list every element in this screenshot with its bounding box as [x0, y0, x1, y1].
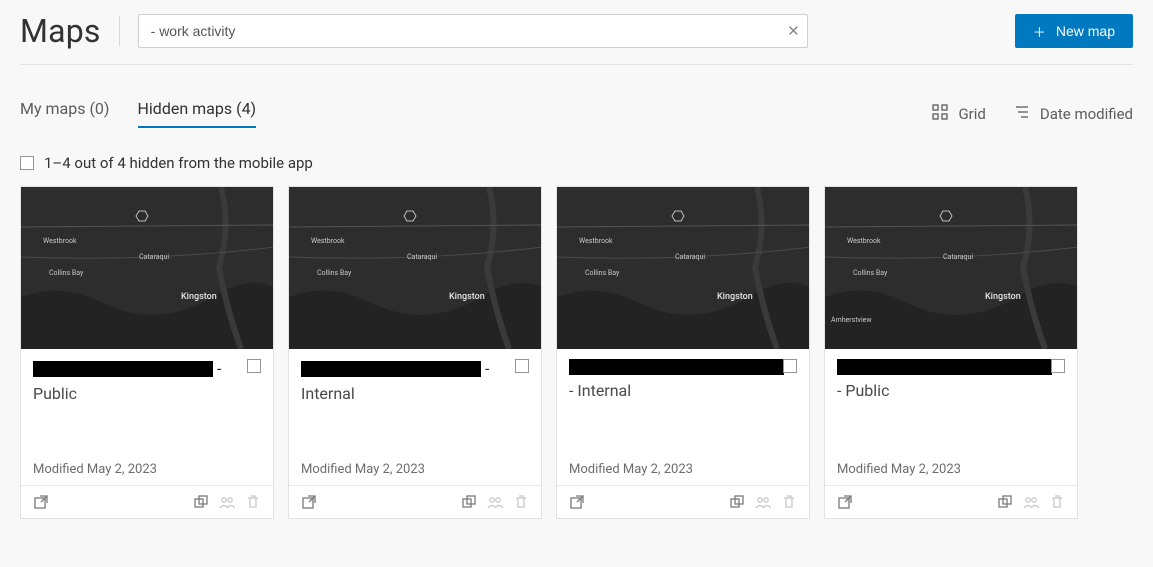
subheader: My maps (0) Hidden maps (4) Grid — [20, 99, 1133, 128]
card-body: - Internal Modified May 2, 2023 — [289, 349, 541, 485]
search-container: ✕ — [138, 14, 808, 48]
view-grid-label: Grid — [958, 105, 985, 123]
map-thumbnail: Westbrook Cataraqui Collins Bay Kingston — [289, 187, 541, 349]
svg-text:Kingston: Kingston — [985, 292, 1021, 302]
map-card[interactable]: Westbrook Cataraqui Collins Bay Kingston… — [288, 186, 542, 519]
card-title-row: - — [301, 359, 529, 378]
card-subtitle: - Public — [837, 381, 1065, 400]
card-checkbox[interactable] — [783, 359, 797, 373]
map-thumbnail: Westbrook Cataraqui Collins Bay Kingston… — [825, 187, 1077, 349]
share-icon — [755, 494, 771, 510]
tabs: My maps (0) Hidden maps (4) — [20, 99, 256, 128]
card-title-redacted — [837, 359, 1052, 375]
select-all-checkbox[interactable] — [20, 156, 34, 170]
card-body: - Internal Modified May 2, 2023 — [557, 349, 809, 485]
svg-text:Collins Bay: Collins Bay — [317, 269, 352, 277]
duplicate-icon[interactable] — [193, 494, 209, 510]
open-external-icon[interactable] — [569, 494, 585, 510]
selection-row: 1–4 out of 4 hidden from the mobile app — [20, 154, 1133, 172]
clear-search-icon[interactable]: ✕ — [787, 22, 800, 40]
map-card[interactable]: Westbrook Cataraqui Collins Bay Kingston… — [824, 186, 1078, 519]
card-modified: Modified May 2, 2023 — [569, 444, 797, 477]
page-title: Maps — [20, 12, 101, 50]
delete-icon — [245, 494, 261, 510]
card-title-dash: - — [485, 359, 489, 378]
map-card[interactable]: Westbrook Cataraqui Collins Bay Kingston… — [20, 186, 274, 519]
map-thumbnail: Westbrook Cataraqui Collins Bay Kingston — [557, 187, 809, 349]
open-external-icon[interactable] — [301, 494, 317, 510]
card-modified: Modified May 2, 2023 — [837, 444, 1065, 477]
duplicate-icon[interactable] — [997, 494, 1013, 510]
svg-text:Cataraqui: Cataraqui — [139, 253, 169, 261]
card-title-row — [569, 359, 797, 375]
divider — [119, 16, 120, 46]
card-subtitle: Internal — [301, 384, 529, 403]
card-title-row — [837, 359, 1065, 375]
card-title-dash: - — [217, 359, 221, 378]
card-footer — [557, 485, 809, 518]
share-icon — [219, 494, 235, 510]
open-external-icon[interactable] — [33, 494, 49, 510]
svg-text:Kingston: Kingston — [449, 292, 485, 302]
new-map-button[interactable]: ＋ New map — [1015, 14, 1133, 48]
sort-label: Date modified — [1040, 105, 1133, 123]
open-external-icon[interactable] — [837, 494, 853, 510]
sort-button[interactable]: Date modified — [1014, 104, 1133, 124]
card-title-redacted — [301, 361, 481, 377]
svg-text:Cataraqui: Cataraqui — [943, 253, 973, 261]
card-footer — [21, 485, 273, 518]
svg-text:Kingston: Kingston — [181, 292, 217, 302]
card-body: - Public Modified May 2, 2023 — [825, 349, 1077, 485]
svg-text:Westbrook: Westbrook — [579, 237, 613, 245]
card-body: - Public Modified May 2, 2023 — [21, 349, 273, 485]
svg-text:Westbrook: Westbrook — [847, 237, 881, 245]
share-icon — [1023, 494, 1039, 510]
card-modified: Modified May 2, 2023 — [33, 444, 261, 477]
header-left: Maps ✕ — [20, 12, 808, 50]
card-checkbox[interactable] — [247, 359, 261, 373]
search-input[interactable] — [138, 14, 808, 48]
svg-text:Cataraqui: Cataraqui — [675, 253, 705, 261]
card-footer — [289, 485, 541, 518]
card-subtitle: Public — [33, 384, 261, 403]
card-modified: Modified May 2, 2023 — [301, 444, 529, 477]
view-grid-button[interactable]: Grid — [932, 104, 985, 124]
card-checkbox[interactable] — [1051, 359, 1065, 373]
delete-icon — [781, 494, 797, 510]
tab-my-maps[interactable]: My maps (0) — [20, 99, 110, 128]
card-subtitle: - Internal — [569, 381, 797, 400]
map-card[interactable]: Westbrook Cataraqui Collins Bay Kingston… — [556, 186, 810, 519]
delete-icon — [513, 494, 529, 510]
view-controls: Grid Date modified — [932, 104, 1133, 124]
svg-text:Collins Bay: Collins Bay — [853, 269, 888, 277]
plus-icon: ＋ — [1033, 22, 1046, 41]
svg-text:Kingston: Kingston — [717, 292, 753, 302]
duplicate-icon[interactable] — [729, 494, 745, 510]
header: Maps ✕ ＋ New map — [20, 12, 1133, 65]
svg-text:Collins Bay: Collins Bay — [49, 269, 84, 277]
svg-text:Collins Bay: Collins Bay — [585, 269, 620, 277]
card-footer — [825, 485, 1077, 518]
selection-summary: 1–4 out of 4 hidden from the mobile app — [44, 154, 313, 172]
svg-text:Cataraqui: Cataraqui — [407, 253, 437, 261]
card-title-row: - — [33, 359, 261, 378]
map-thumbnail: Westbrook Cataraqui Collins Bay Kingston — [21, 187, 273, 349]
duplicate-icon[interactable] — [461, 494, 477, 510]
card-grid: Westbrook Cataraqui Collins Bay Kingston… — [20, 186, 1133, 519]
card-checkbox[interactable] — [515, 359, 529, 373]
share-icon — [487, 494, 503, 510]
svg-text:Amherstview: Amherstview — [831, 316, 872, 324]
delete-icon — [1049, 494, 1065, 510]
svg-text:Westbrook: Westbrook — [43, 237, 77, 245]
card-title-redacted — [33, 361, 213, 377]
new-map-label: New map — [1056, 23, 1115, 39]
sort-icon — [1014, 104, 1030, 124]
svg-text:Westbrook: Westbrook — [311, 237, 345, 245]
tab-hidden-maps[interactable]: Hidden maps (4) — [138, 99, 257, 128]
card-title-redacted — [569, 359, 784, 375]
grid-icon — [932, 104, 948, 124]
